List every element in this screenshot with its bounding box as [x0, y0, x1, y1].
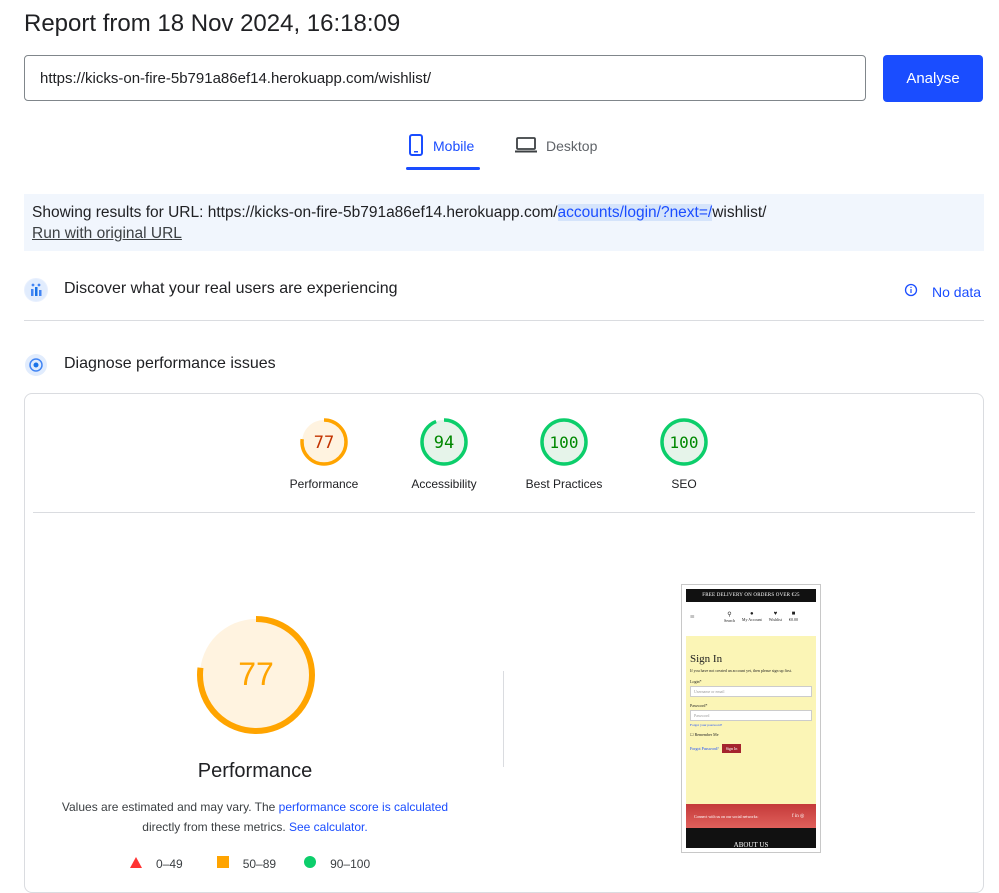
score-label-seo: SEO [671, 477, 697, 491]
screenshot-forgot: Forgot Password? [690, 746, 719, 751]
screenshot-nav-search: Search [724, 618, 735, 623]
banner-redirect-path: accounts/login/?next=/ [557, 204, 713, 221]
desc-text-2: directly from these metrics. [142, 820, 289, 834]
run-original-url-link[interactable]: Run with original URL [32, 225, 182, 243]
score-legend: 0–49 50–89 90–100 [130, 856, 404, 871]
score-value-best-practices: 100 [550, 433, 579, 452]
diagnose-title: Diagnose performance issues [64, 355, 276, 372]
screenshot-intro: If you have not created an account yet, … [690, 668, 792, 673]
screenshot-forgot-small: Forgot your password? [690, 723, 723, 727]
no-data-indicator[interactable]: No data [904, 283, 981, 300]
no-data-label: No data [932, 283, 982, 300]
screenshot-signin-button: Sign In [721, 744, 742, 753]
score-label-best-practices: Best Practices [525, 477, 603, 491]
screenshot-search-icon: ⚲ [727, 612, 732, 618]
screenshot-remember-label: Remember Me [694, 732, 719, 737]
legend-fail-label: 0–49 [156, 856, 183, 871]
tab-desktop[interactable]: Desktop [514, 132, 597, 160]
card-divider [33, 512, 975, 513]
screenshot-password-label: Password* [690, 703, 708, 708]
desc-text-1: Values are estimated and may vary. The [61, 800, 279, 814]
vertical-separator [503, 671, 504, 767]
score-label-performance: Performance [289, 477, 359, 491]
screenshot-delivery-banner: FREE DELIVERY ON ORDERS OVER €25 [686, 589, 816, 602]
banner-suffix: wishlist/ [712, 204, 767, 221]
analyse-button[interactable]: Analyse [883, 55, 983, 102]
performance-gauge-large: 77 [195, 614, 317, 741]
active-tab-indicator [406, 167, 480, 170]
mobile-icon [407, 133, 425, 159]
score-gauge-performance[interactable]: 77 Performance [264, 417, 384, 491]
desktop-icon [514, 136, 538, 157]
screenshot-nav-account: My Account [741, 617, 762, 622]
screenshot-remember: ☐ Remember Me [690, 732, 719, 737]
score-label-accessibility: Accessibility [411, 477, 477, 491]
screenshot-signin-area: Sign In If you have not created an accou… [686, 636, 816, 804]
score-value-performance: 77 [314, 433, 334, 453]
score-gauge-accessibility[interactable]: 94 Accessibility [384, 417, 504, 491]
screenshot-social-icons: f in ◎ [792, 814, 805, 819]
screenshot-nav-wishlist: Wishlist [768, 617, 782, 622]
screenshot-nav-cart: €0.00 [788, 617, 798, 622]
performance-title: Performance [197, 760, 313, 782]
url-banner: Showing results for URL: https://kicks-o… [24, 194, 984, 251]
triangle-icon [130, 856, 142, 871]
performance-score-link[interactable]: performance score is calculated [279, 800, 448, 814]
screenshot-footer: Connect with us on our social networks: … [686, 804, 816, 828]
score-gauge-best-practices[interactable]: 100 Best Practices [504, 417, 624, 491]
legend-pass: 90–100 [304, 856, 370, 871]
screenshot-login-field: Username or email [690, 686, 812, 697]
performance-score-large: 77 [238, 656, 274, 692]
field-data-icon [24, 278, 48, 302]
field-data-title: Discover what your real users are experi… [64, 280, 398, 297]
legend-pass-label: 90–100 [330, 856, 371, 871]
score-gauge-seo[interactable]: 100 SEO [624, 417, 744, 491]
tab-desktop-label: Desktop [546, 138, 598, 154]
screenshot-login-label: Login* [690, 679, 702, 684]
score-value-seo: 100 [670, 433, 699, 452]
legend-fail: 0–49 [130, 856, 183, 871]
screenshot-nav: ≡ ⚲ Search ● My Account ♥ Wishlist ■ €0.00 [686, 602, 816, 636]
screenshot-password-field: Password [690, 710, 812, 721]
page-title: Report from 18 Nov 2024, 16:18:09 [24, 10, 401, 37]
page-screenshot: FREE DELIVERY ON ORDERS OVER €25 ≡ ⚲ Sear… [681, 584, 821, 853]
legend-average: 50–89 [216, 856, 277, 871]
screenshot-menu-icon: ≡ [690, 612, 695, 621]
section-divider [24, 320, 984, 321]
screenshot-about: ABOUT US [686, 828, 816, 848]
circle-icon [304, 856, 317, 871]
square-icon [216, 856, 229, 871]
screenshot-footer-text: Connect with us on our social networks: [694, 814, 759, 819]
tab-mobile-label: Mobile [433, 138, 475, 154]
score-value-accessibility: 94 [434, 433, 454, 453]
legend-average-label: 50–89 [242, 856, 277, 871]
diagnose-icon [24, 353, 48, 377]
banner-prefix: Showing results for URL: https://kicks-o… [32, 204, 558, 221]
info-icon [904, 283, 918, 300]
tab-mobile[interactable]: Mobile [407, 132, 474, 160]
url-input[interactable] [24, 55, 866, 101]
see-calculator-link[interactable]: See calculator. [289, 820, 368, 834]
screenshot-signin-title: Sign In [690, 653, 723, 665]
performance-description: Values are estimated and may vary. The p… [55, 797, 455, 837]
